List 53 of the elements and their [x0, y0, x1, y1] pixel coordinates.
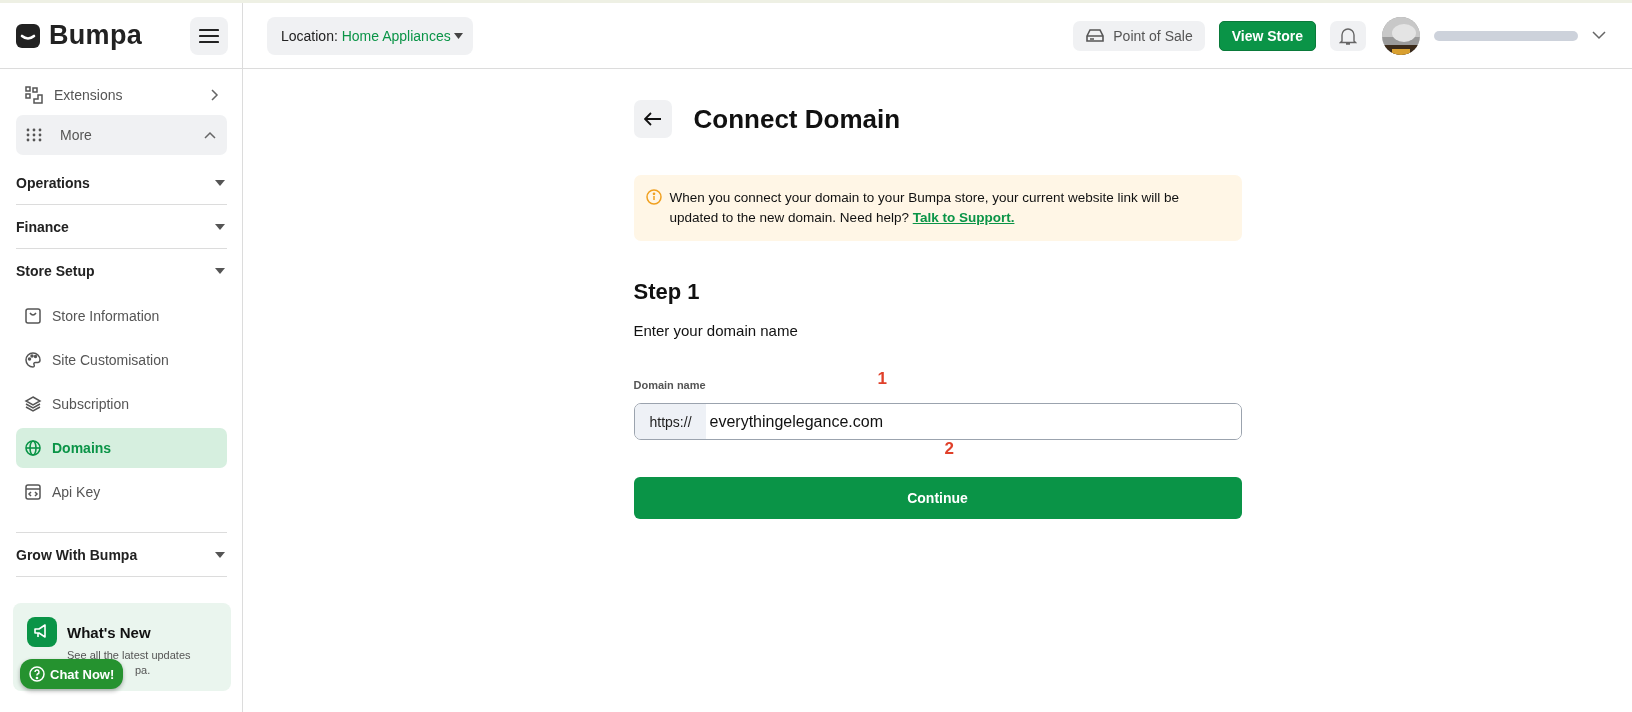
sidebar-section[interactable]: Grow With Bumpa	[16, 533, 227, 576]
sidebar-item[interactable]: Site Customisation	[16, 340, 227, 380]
sidebar-item[interactable]: Extensions	[16, 75, 227, 115]
extension-icon	[24, 85, 44, 105]
sidebar-section[interactable]: Store Setup	[16, 249, 227, 292]
palette-icon	[24, 351, 42, 369]
support-link[interactable]: Talk to Support.	[912, 210, 1015, 225]
sidebar-section[interactable]: Operations	[16, 161, 227, 204]
notice-text: When you connect your domain to your Bumpa store, your current website link will be updated to the new domain. Need help? Talk to Support.	[669, 189, 1180, 227]
brand-name: Bumpa	[49, 20, 142, 51]
sidebar-item[interactable]: Subscription	[16, 384, 227, 424]
caret-down-icon	[215, 551, 225, 558]
step-text: Enter your domain name	[633, 322, 799, 339]
field-label: Domain name	[633, 379, 706, 391]
location-dropdown[interactable]: Location: Home Appliances	[267, 16, 473, 55]
continue-button[interactable]: Continue	[633, 477, 1242, 519]
help-icon	[29, 666, 45, 682]
sidebar-item[interactable]: Store Information	[16, 296, 227, 336]
caret-down-icon	[215, 267, 225, 274]
sidebar-item[interactable]: Api Key	[16, 472, 227, 512]
drive-icon	[1085, 27, 1106, 44]
chat-button[interactable]: Chat Now!	[20, 659, 124, 689]
grid-dots-icon	[26, 128, 42, 142]
domain-field[interactable]: https:// everythingelegance.com	[633, 403, 1242, 440]
logo-icon	[15, 22, 41, 49]
promo-text: pa.	[135, 664, 152, 676]
menu-icon	[199, 27, 219, 44]
layers-icon	[24, 395, 42, 413]
bell-icon	[1339, 25, 1357, 46]
caret-down-icon	[453, 32, 463, 39]
globe-icon	[24, 439, 42, 457]
megaphone-icon	[27, 617, 57, 647]
back-button[interactable]	[633, 100, 672, 138]
sidebar-item[interactable]: More	[16, 115, 227, 155]
chevron-down-icon	[1592, 31, 1606, 40]
chevron-right-icon	[209, 88, 219, 102]
arrow-left-icon	[643, 112, 662, 126]
info-icon	[645, 189, 662, 205]
caret-down-icon	[215, 179, 225, 186]
view-store-button[interactable]: View Store	[1218, 20, 1316, 51]
bag-icon	[24, 307, 42, 325]
page-title: Connect Domain	[693, 103, 901, 135]
code-window-icon	[24, 483, 42, 501]
promo-text: See all the latest updates	[67, 649, 192, 661]
sidebar-section[interactable]: Finance	[16, 205, 227, 248]
caret-down-icon	[215, 223, 225, 230]
step-title: Step 1	[633, 279, 701, 305]
annotation-number: 1	[877, 369, 887, 389]
point-of-sale-button[interactable]: Point of Sale	[1073, 20, 1205, 51]
menu-button[interactable]	[190, 16, 228, 55]
notifications-button[interactable]	[1330, 20, 1366, 51]
promo-title: What's New	[67, 623, 151, 641]
annotation-number: 2	[944, 439, 954, 459]
